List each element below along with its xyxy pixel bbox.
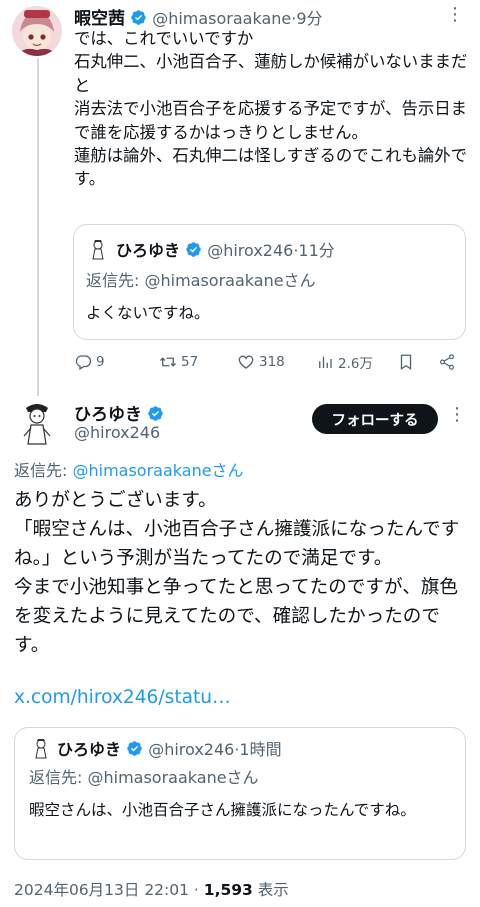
reply-icon <box>75 355 92 370</box>
author-handle[interactable]: @hirox246 <box>74 423 160 442</box>
verified-badge-icon <box>131 10 146 25</box>
verified-badge-icon <box>186 242 201 257</box>
tweet1-text: では、これでいいですか 石丸伸二、小池百合子、蓮舫しか候補がいないままだと 消去… <box>74 29 468 189</box>
views-button[interactable]: 2.6万 <box>316 350 373 374</box>
bookmark-button[interactable] <box>397 350 415 374</box>
reply-to-line: 返信先: @himasoraakaneさん <box>14 461 244 480</box>
tweet2-author: ひろゆき <box>74 400 164 425</box>
avatar-himasoraakane[interactable] <box>12 6 62 56</box>
thread-line <box>37 58 39 396</box>
bookmark-icon <box>400 354 412 371</box>
reply-to-handle[interactable]: @himasoraakane <box>72 461 211 480</box>
retweet-button[interactable]: 57 <box>159 350 198 374</box>
like-count: 318 <box>259 354 285 370</box>
quote-header: ひろゆき @hirox246·1時間 <box>57 740 282 759</box>
retweet-icon <box>160 357 176 367</box>
quoted-tweet[interactable]: ひろゆき @hirox246·1時間 返信先: @himasoraakaneさん… <box>14 727 466 860</box>
quoted-tweet[interactable]: ひろゆき @hirox246·11分 返信先: @himasoraakaneさん… <box>73 224 466 340</box>
reply-button[interactable]: 9 <box>74 350 105 374</box>
views-count: 2.6万 <box>338 356 373 372</box>
author-name[interactable]: 暇空茜 <box>74 9 125 29</box>
avatar-hirox246[interactable] <box>12 398 62 448</box>
views-label: 表示 <box>257 881 289 899</box>
quote-time: 11分 <box>298 241 335 260</box>
quote-author-name: ひろゆき <box>116 241 181 260</box>
quote-time: 1時間 <box>239 740 282 759</box>
tweet-date[interactable]: 2024年06月13日 22:01 <box>14 881 189 899</box>
more-options-icon[interactable]: ⋮ <box>448 404 467 425</box>
tweet-time[interactable]: 9分 <box>296 9 322 28</box>
verified-badge-icon <box>127 741 142 756</box>
share-icon <box>440 354 454 370</box>
tweet-meta: 2024年06月13日 22:01 · 1,593 表示 <box>14 881 289 899</box>
tweet1-header: 暇空茜 @himasoraakane·9分 <box>74 9 323 29</box>
like-button[interactable]: 318 <box>237 350 285 374</box>
author-name[interactable]: ひろゆき <box>74 405 142 425</box>
avatar-hirox246-small <box>29 736 53 760</box>
tweet2-text: ありがとうございます。 「暇空さんは、小池百合子さん擁護派になったんですね。」と… <box>14 490 460 656</box>
quote-text: 暇空さんは、小池百合子さん擁護派になったんですね。 <box>29 801 416 819</box>
follow-button[interactable]: フォローする <box>312 404 438 434</box>
share-button[interactable] <box>438 350 456 374</box>
quote-author-handle: @hirox246 <box>148 740 235 759</box>
quote-author-name: ひろゆき <box>57 740 122 759</box>
quote-text: よくないですね。 <box>86 304 210 322</box>
tweet-link[interactable]: x.com/hirox246/statu… <box>14 687 231 708</box>
verified-badge-icon <box>148 406 163 421</box>
more-options-icon[interactable]: ⋮ <box>446 4 465 25</box>
views-chart-icon <box>319 356 332 368</box>
retweet-count: 57 <box>181 354 199 370</box>
tweet-actions: 9 57 318 2.6万 <box>74 350 466 374</box>
heart-icon <box>238 355 254 369</box>
avatar-hirox246-small <box>86 237 110 261</box>
views-count: 1,593 <box>203 881 253 899</box>
quote-header: ひろゆき @hirox246·11分 <box>116 241 335 260</box>
author-handle[interactable]: @himasoraakane <box>152 9 291 28</box>
quote-reply-to: 返信先: @himasoraakaneさん <box>29 768 259 787</box>
quote-reply-to: 返信先: @himasoraakaneさん <box>86 271 316 290</box>
quote-author-handle: @hirox246 <box>207 241 294 260</box>
reply-count: 9 <box>96 354 105 370</box>
